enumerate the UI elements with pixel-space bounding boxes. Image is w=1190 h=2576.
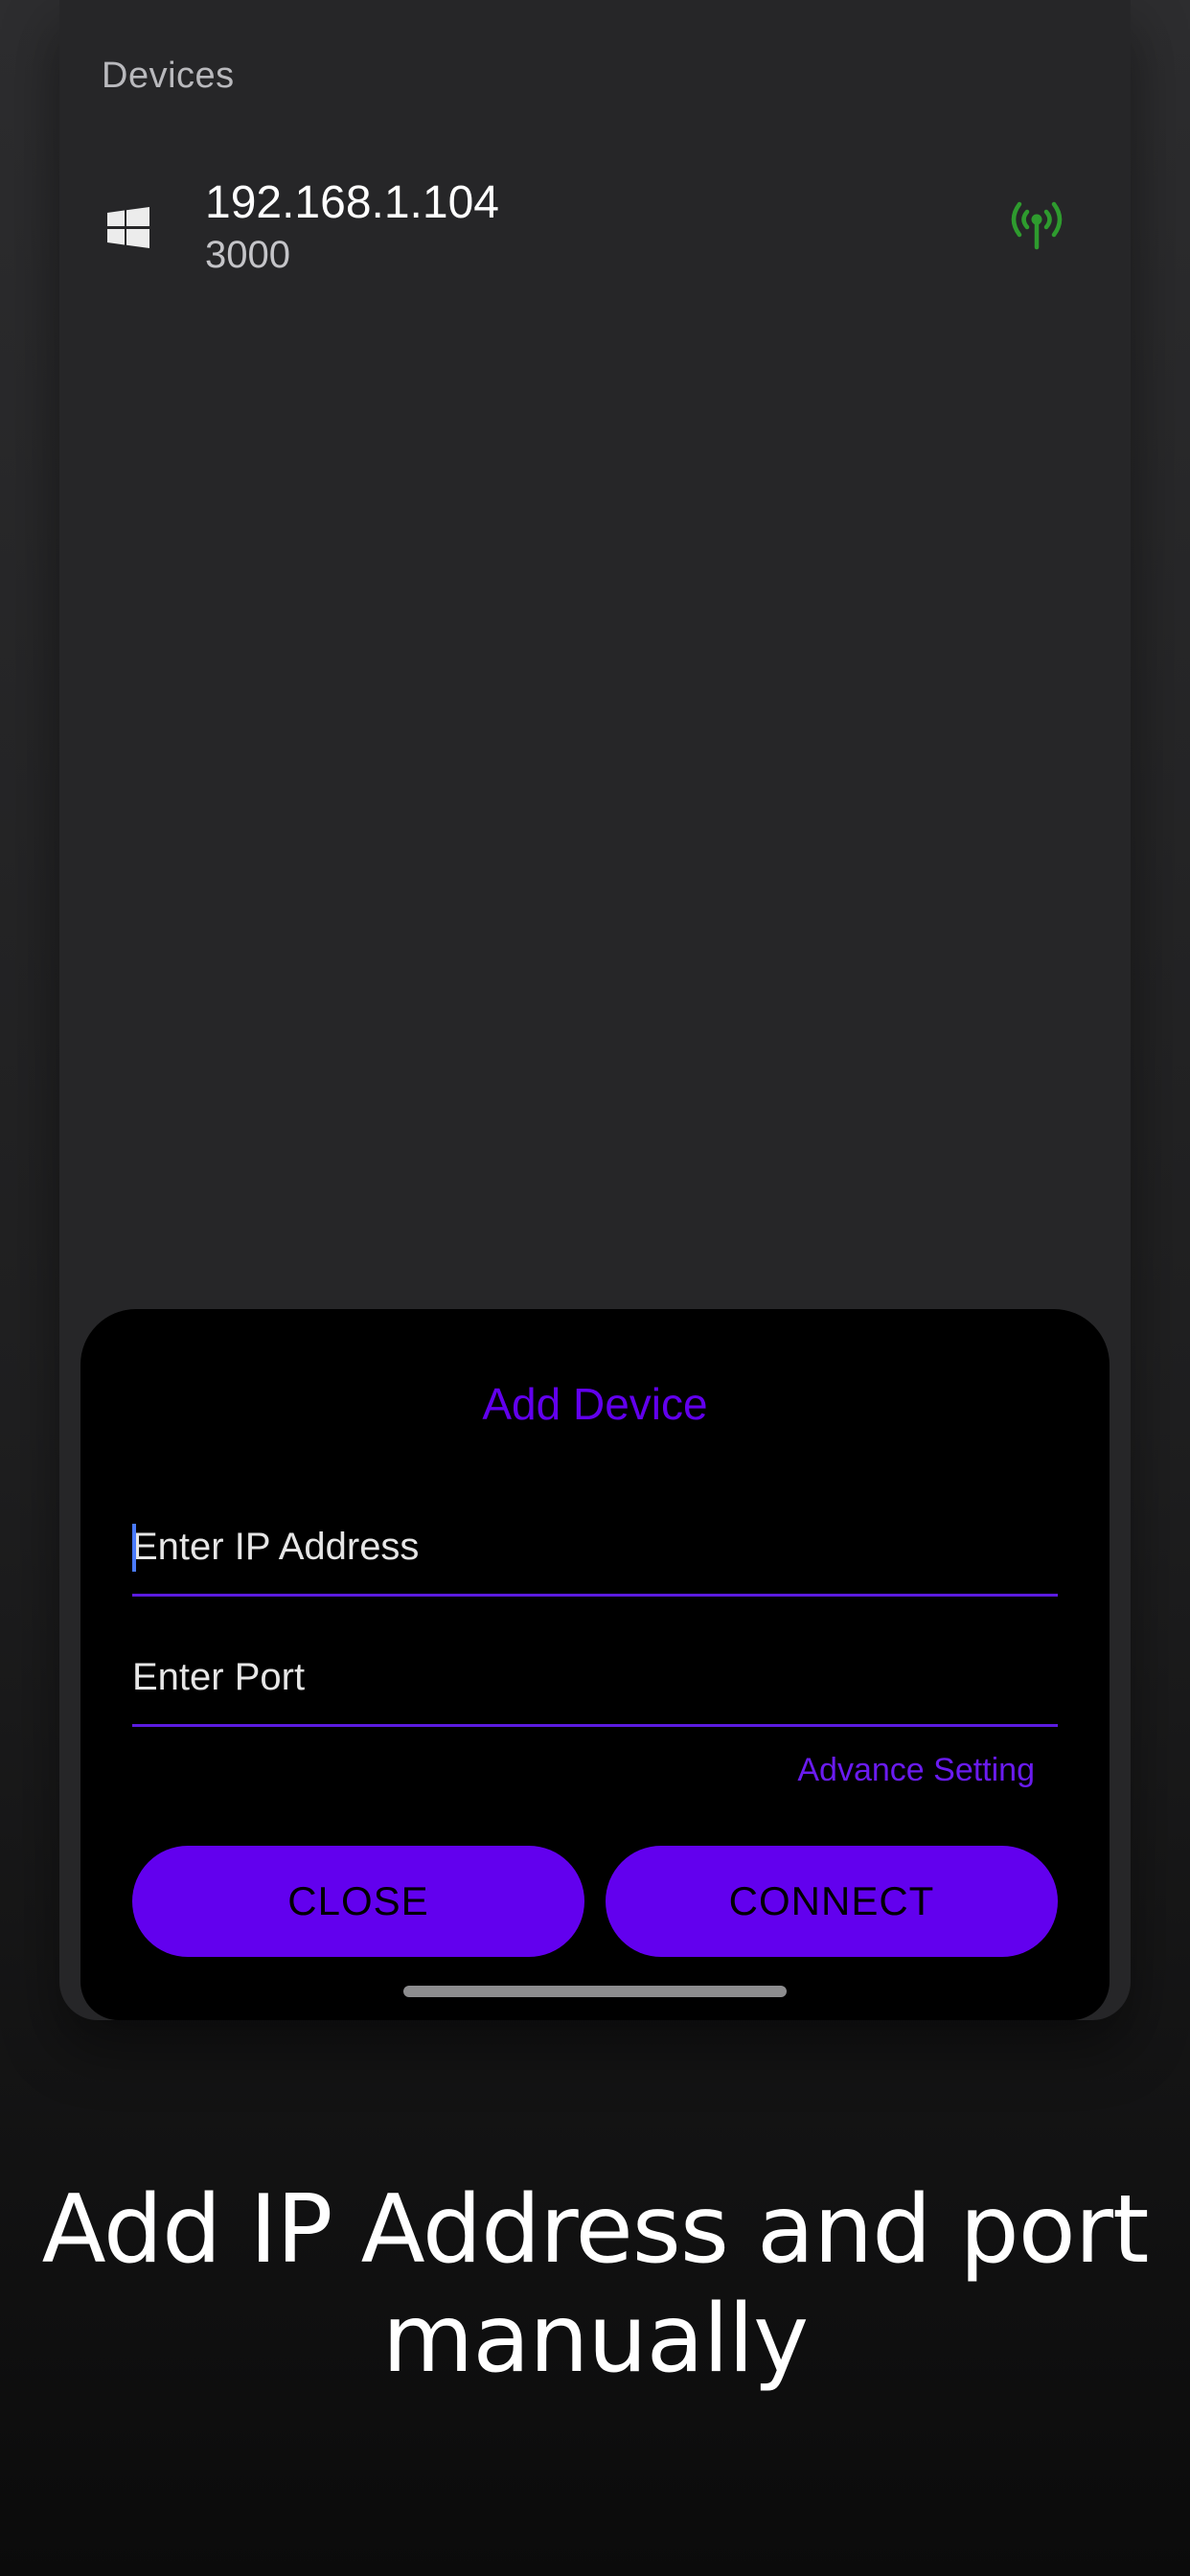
device-list-item[interactable]: 192.168.1.104 3000	[59, 163, 1131, 288]
connect-button[interactable]: CONNECT	[606, 1846, 1058, 1957]
dialog-title: Add Device	[482, 1379, 708, 1429]
devices-section-title: Devices	[102, 56, 235, 96]
windows-icon	[107, 207, 149, 248]
close-button[interactable]: CLOSE	[132, 1846, 584, 1957]
caption-line-2: manually	[381, 2285, 809, 2394]
text-cursor	[132, 1524, 136, 1572]
home-indicator[interactable]	[403, 1986, 787, 1997]
device-ip-label: 192.168.1.104	[205, 177, 499, 228]
signal-antenna-icon	[1011, 201, 1063, 250]
promo-caption: Add IP Address and port manually	[0, 2175, 1190, 2394]
ip-address-input[interactable]	[132, 1501, 1058, 1593]
ip-address-field-container	[132, 1501, 1058, 1597]
port-field-container	[132, 1631, 1058, 1727]
device-port-label: 3000	[205, 234, 290, 276]
add-device-dialog: Add Device Advance Setting CLOSE CONNECT	[80, 1309, 1110, 2020]
caption-line-1: Add IP Address and port	[41, 2175, 1150, 2285]
port-input[interactable]	[132, 1631, 1058, 1723]
advance-setting-link[interactable]: Advance Setting	[797, 1752, 1035, 1789]
